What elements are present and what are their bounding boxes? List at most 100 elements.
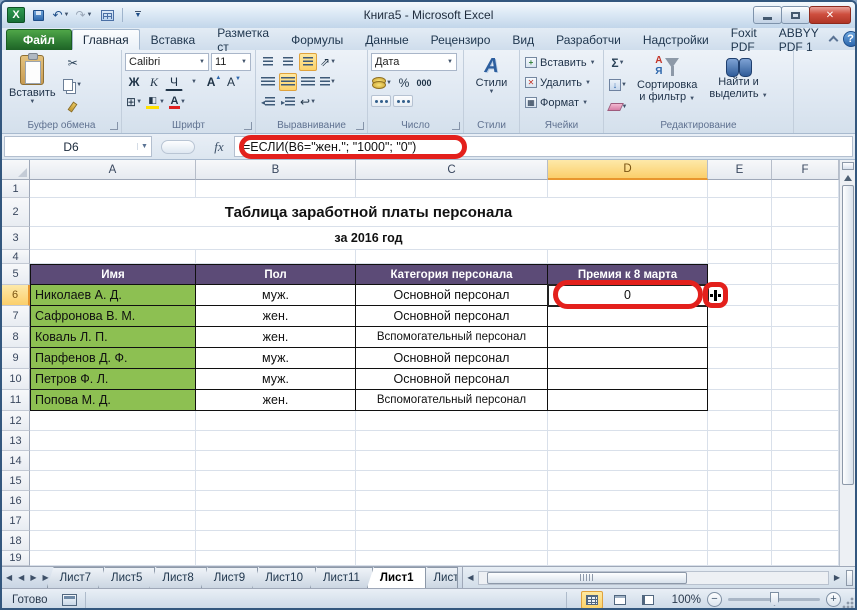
cell[interactable] xyxy=(30,431,196,451)
cell-c10[interactable]: Основной персонал xyxy=(356,369,548,390)
cell-a10[interactable]: Петров Ф. Л. xyxy=(30,369,196,390)
row-header-9[interactable]: 9 xyxy=(2,348,30,369)
increase-indent-button[interactable]: ▸ xyxy=(279,93,297,111)
cell[interactable] xyxy=(708,451,772,471)
tab-review[interactable]: Рецензиро xyxy=(420,29,502,50)
row-header-15[interactable]: 15 xyxy=(2,471,30,491)
font-color-button[interactable]: А▼ xyxy=(168,93,187,111)
cell[interactable] xyxy=(356,180,548,198)
tab-abbyy[interactable]: ABBYY PDF 1 xyxy=(768,29,830,50)
sheet-subtitle[interactable]: за 2016 год xyxy=(30,227,708,250)
redo-button[interactable]: ↷▼ xyxy=(74,6,94,24)
cell[interactable] xyxy=(548,511,708,531)
cell[interactable] xyxy=(772,180,839,198)
cell-b11[interactable]: жен. xyxy=(196,390,356,411)
cell-b7[interactable]: жен. xyxy=(196,306,356,327)
cell-b10[interactable]: муж. xyxy=(196,369,356,390)
format-cells-button[interactable]: ▦Формат▼ xyxy=(523,93,600,112)
cell[interactable] xyxy=(772,390,839,411)
align-top-button[interactable] xyxy=(259,53,277,71)
zoom-out-button[interactable]: − xyxy=(707,592,722,607)
zoom-in-button[interactable]: + xyxy=(826,592,841,607)
table-header-bonus[interactable]: Премия к 8 марта xyxy=(548,264,708,285)
cell-styles-button[interactable]: А Стили▼ xyxy=(472,53,512,118)
cell[interactable] xyxy=(708,491,772,511)
bold-button[interactable]: Ж xyxy=(125,73,143,91)
table-header-category[interactable]: Категория персонала xyxy=(356,264,548,285)
cell[interactable] xyxy=(708,348,772,369)
vertical-scroll-thumb[interactable] xyxy=(842,185,854,485)
cell[interactable] xyxy=(772,511,839,531)
column-header-a[interactable]: A xyxy=(30,160,196,180)
zoom-slider-track[interactable] xyxy=(728,598,820,601)
cell-b8[interactable]: жен. xyxy=(196,327,356,348)
first-sheet-icon[interactable]: ◀ xyxy=(6,573,12,582)
excel-logo-icon[interactable]: X xyxy=(7,7,25,23)
row-header-6[interactable]: 6 xyxy=(2,285,30,306)
alignment-dialog-launcher[interactable] xyxy=(356,122,364,130)
tab-page-layout[interactable]: Разметка ст xyxy=(206,29,280,50)
row-header-11[interactable]: 11 xyxy=(2,390,30,411)
tab-developer[interactable]: Разработчи xyxy=(545,29,632,50)
cell[interactable] xyxy=(30,451,196,471)
cell[interactable] xyxy=(30,180,196,198)
wrap-text-button[interactable]: ↩▼ xyxy=(299,93,317,111)
cell[interactable] xyxy=(708,180,772,198)
row-header-13[interactable]: 13 xyxy=(2,431,30,451)
row-header-14[interactable]: 14 xyxy=(2,451,30,471)
cell[interactable] xyxy=(356,411,548,431)
cell[interactable] xyxy=(548,250,708,264)
last-sheet-icon[interactable]: ▶ xyxy=(42,573,48,582)
horizontal-scroll-track[interactable] xyxy=(478,571,829,585)
align-center-button[interactable] xyxy=(279,73,297,91)
row-header-7[interactable]: 7 xyxy=(2,306,30,327)
column-header-e[interactable]: E xyxy=(708,160,772,180)
cell[interactable] xyxy=(356,551,548,566)
row-header-10[interactable]: 10 xyxy=(2,369,30,390)
column-header-d[interactable]: D xyxy=(548,160,708,180)
cell[interactable] xyxy=(708,264,772,285)
number-dialog-launcher[interactable] xyxy=(452,122,460,130)
find-select-button[interactable]: Найти ивыделить ▼ xyxy=(705,53,771,118)
cell[interactable] xyxy=(708,198,772,227)
row-header-1[interactable]: 1 xyxy=(2,180,30,198)
cell[interactable] xyxy=(30,411,196,431)
cell-d6-selected[interactable]: 0 xyxy=(548,285,708,306)
cell-c8[interactable]: Вспомогательный персонал xyxy=(356,327,548,348)
italic-button[interactable]: К xyxy=(145,73,163,91)
cell[interactable] xyxy=(356,250,548,264)
cell-d8[interactable] xyxy=(548,327,708,348)
cell[interactable] xyxy=(772,431,839,451)
sheet-tab-list7[interactable]: Лист7 xyxy=(47,567,104,588)
cell[interactable] xyxy=(548,551,708,566)
font-size-combo[interactable]: 11▼ xyxy=(211,53,251,71)
vertical-scrollbar[interactable] xyxy=(839,160,855,566)
cell[interactable] xyxy=(708,411,772,431)
cell[interactable] xyxy=(772,306,839,327)
cell[interactable] xyxy=(30,511,196,531)
thousands-button[interactable]: 000 xyxy=(415,74,433,92)
minimize-button[interactable] xyxy=(753,6,782,24)
sheet-tab-list10[interactable]: Лист10 xyxy=(252,567,316,588)
sheet-tab-list9[interactable]: Лист9 xyxy=(201,567,258,588)
cell-d7[interactable] xyxy=(548,306,708,327)
format-painter-button[interactable] xyxy=(62,97,84,117)
page-layout-view-button[interactable] xyxy=(609,591,631,609)
page-break-view-button[interactable] xyxy=(637,591,659,609)
percent-button[interactable]: % xyxy=(395,74,413,92)
row-header-18[interactable]: 18 xyxy=(2,531,30,551)
cell[interactable] xyxy=(772,227,839,250)
sort-filter-button[interactable]: АЯ Сортировкаи фильтр ▼ xyxy=(633,53,701,118)
align-left-button[interactable] xyxy=(259,73,277,91)
cell[interactable] xyxy=(356,431,548,451)
cell[interactable] xyxy=(196,451,356,471)
paste-button[interactable]: Вставить▼ xyxy=(5,53,60,118)
cell[interactable] xyxy=(708,551,772,566)
tab-formulas[interactable]: Формулы xyxy=(280,29,354,50)
row-header-5[interactable]: 5 xyxy=(2,264,30,285)
cell[interactable] xyxy=(708,471,772,491)
cell[interactable] xyxy=(772,531,839,551)
cell[interactable] xyxy=(772,471,839,491)
close-button[interactable]: ✕ xyxy=(809,6,851,24)
scroll-right-icon[interactable]: ▶ xyxy=(830,573,844,582)
